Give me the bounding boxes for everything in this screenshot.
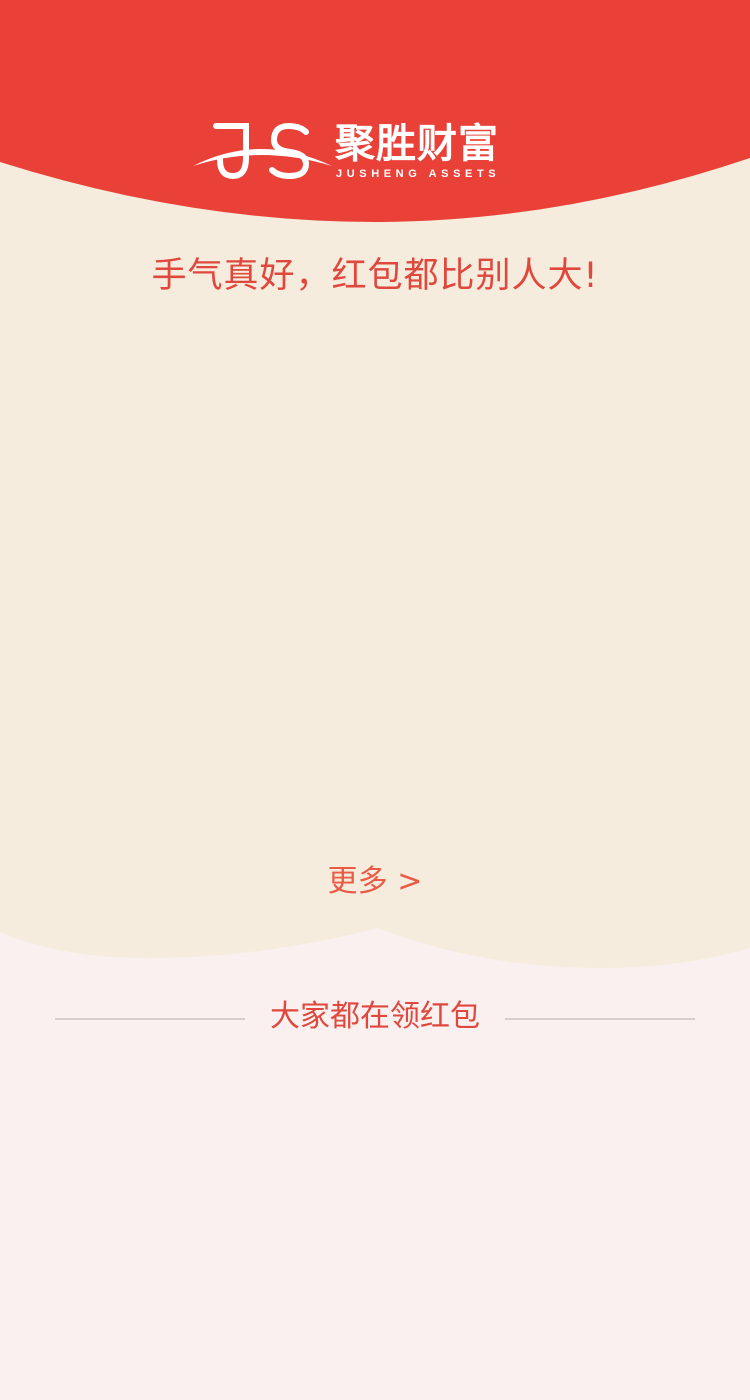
brand-logo: 聚胜财富 JUSHENG ASSETS [190, 118, 530, 188]
brand-name-en: JUSHENG ASSETS [336, 168, 501, 180]
section-divider-left [55, 1018, 245, 1020]
js-monogram-icon [193, 122, 332, 180]
brand-name-cn: 聚胜财富 [335, 121, 499, 167]
section-title: 大家都在领红包 [270, 999, 480, 1034]
page-background [0, 0, 750, 1400]
header-red-band [0, 0, 750, 222]
congrats-headline: 手气真好，红包都比别人大! [151, 256, 599, 296]
more-link[interactable]: 更多 > [300, 860, 450, 904]
section-divider-right [505, 1018, 695, 1020]
